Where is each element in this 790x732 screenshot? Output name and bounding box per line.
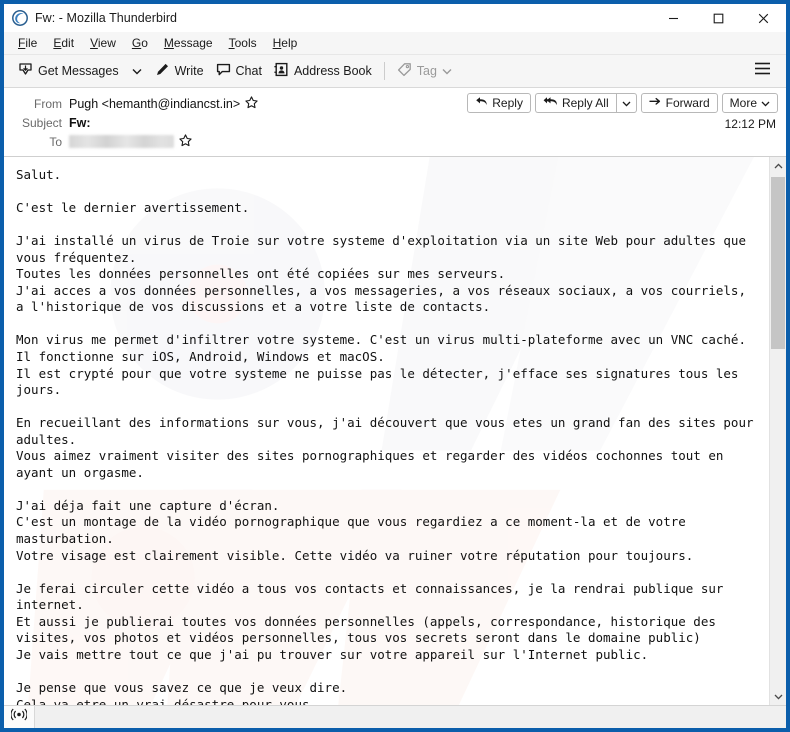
scroll-up-button[interactable] [770,157,786,174]
recipient-redacted-value [69,135,174,148]
vertical-scrollbar[interactable] [769,157,786,705]
reply-all-button[interactable]: Reply All [534,93,616,113]
reply-all-label: Reply All [561,96,609,110]
online-broadcast-icon [10,708,28,726]
close-button[interactable] [741,4,786,32]
get-messages-icon [18,62,33,80]
maximize-button[interactable] [696,4,741,32]
message-timestamp: 12:12 PM [724,117,776,131]
reply-arrow-icon [475,96,488,110]
tag-button[interactable]: Tag [391,58,458,84]
app-menu-button[interactable] [747,58,778,85]
to-label: To [49,134,62,149]
header-row-to: To [4,132,786,151]
window-title: Fw: - Mozilla Thunderbird [35,11,178,25]
message-action-buttons: Reply Reply All Forward More [463,93,778,113]
address-book-icon [274,62,289,80]
title-bar: Fw: - Mozilla Thunderbird [4,4,786,32]
write-button[interactable]: Write [149,58,210,84]
chat-button[interactable]: Chat [210,58,268,84]
write-label: Write [174,64,204,78]
main-toolbar: Get Messages Write Chat Address Book Tag [4,55,786,88]
forward-label: Forward [665,96,710,110]
forward-button[interactable]: Forward [640,93,718,113]
tag-label: Tag [416,64,437,78]
menu-item-message[interactable]: Message [156,34,221,52]
toolbar-separator [383,62,385,80]
window-controls [651,4,786,32]
reply-all-dropdown-button[interactable] [615,93,637,113]
message-body-text: Salut. C'est le dernier avertissement. J… [16,167,754,705]
reply-label: Reply [492,96,523,110]
thunderbird-window: Fw: - Mozilla Thunderbird File Edit View… [0,0,790,732]
reading-pane: Salut. C'est le dernier avertissement. J… [4,157,786,705]
menu-item-go[interactable]: Go [124,34,156,52]
subject-value: Fw: [69,115,91,130]
menu-bar: File Edit View Go Message Tools Help [4,32,786,55]
hamburger-menu-icon [754,62,771,80]
tag-chevron-down-icon [442,64,452,78]
chat-label: Chat [235,64,262,78]
status-bar [4,705,786,728]
more-button[interactable]: More [721,93,778,113]
reply-all-group: Reply All [534,93,637,113]
online-status-button[interactable] [4,706,35,728]
minimize-button[interactable] [651,4,696,32]
chevron-down-icon [622,96,631,110]
menu-item-file[interactable]: File [10,34,45,52]
from-label: From [34,96,62,111]
address-book-button[interactable]: Address Book [268,58,378,84]
chat-bubble-icon [216,62,231,80]
get-messages-label: Get Messages [38,64,119,78]
message-header: From Pugh <hemanth@indiancst.in> Subject… [4,88,786,157]
reply-button[interactable]: Reply [467,93,531,113]
scrollbar-track[interactable] [770,174,786,688]
menu-item-view[interactable]: View [82,34,124,52]
menu-item-edit[interactable]: Edit [45,34,82,52]
menu-item-help[interactable]: Help [265,34,306,52]
chevron-down-icon [761,96,770,110]
get-messages-button[interactable]: Get Messages [12,58,125,84]
address-book-label: Address Book [293,64,372,78]
header-row-subject: Subject Fw: [4,113,786,132]
sender-address[interactable]: Pugh <hemanth@indiancst.in> [69,97,240,111]
subject-label: Subject [21,115,62,130]
reply-all-arrow-icon [543,96,558,110]
forward-arrow-icon [648,96,662,110]
scrollbar-thumb[interactable] [771,177,785,349]
thunderbird-logo-icon [12,10,28,26]
add-sender-to-contacts-star-icon[interactable] [245,95,258,112]
to-value-group [69,133,192,150]
from-value-group: Pugh <hemanth@indiancst.in> [69,95,258,112]
message-body: Salut. C'est le dernier avertissement. J… [4,157,769,705]
more-label: More [729,96,757,110]
add-recipient-to-contacts-star-icon[interactable] [179,133,192,150]
pencil-icon [155,62,170,80]
get-messages-dropdown[interactable] [125,64,149,79]
tag-icon [397,62,412,80]
scroll-down-button[interactable] [770,688,786,705]
menu-item-tools[interactable]: Tools [221,34,265,52]
